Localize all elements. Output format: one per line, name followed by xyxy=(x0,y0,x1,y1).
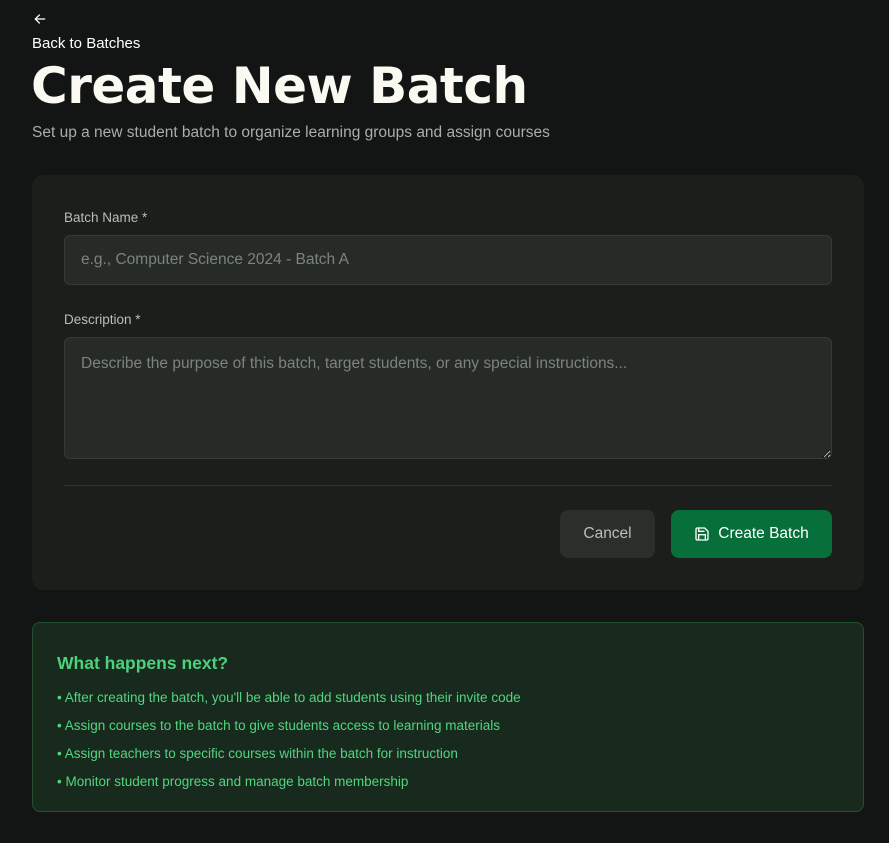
description-label: Description * xyxy=(64,312,141,327)
create-batch-button-label: Create Batch xyxy=(718,525,809,542)
cancel-button-label: Cancel xyxy=(583,525,632,542)
page: Back to Batches Create New Batch Set up … xyxy=(0,0,889,843)
batch-name-label: Batch Name * xyxy=(64,210,148,225)
info-title: What happens next? xyxy=(57,653,229,673)
create-batch-form: Batch Name * Description * Cancel Create… xyxy=(32,175,864,590)
create-batch-button[interactable]: Create Batch xyxy=(671,510,832,558)
info-item: • Assign teachers to specific courses wi… xyxy=(57,746,458,761)
info-item: • Monitor student progress and manage ba… xyxy=(57,774,409,789)
back-link-label: Back to Batches xyxy=(32,35,141,52)
page-subtitle: Set up a new student batch to organize l… xyxy=(32,124,550,141)
cancel-button[interactable]: Cancel xyxy=(560,510,655,558)
save-icon xyxy=(695,527,709,541)
description-textarea[interactable] xyxy=(64,337,832,459)
info-item: • After creating the batch, you'll be ab… xyxy=(57,690,521,705)
info-list: • After creating the batch, you'll be ab… xyxy=(57,684,521,796)
back-to-batches-link[interactable]: Back to Batches xyxy=(32,12,140,53)
form-divider xyxy=(64,485,832,486)
batch-name-input[interactable] xyxy=(64,235,832,285)
info-item: • Assign courses to the batch to give st… xyxy=(57,718,500,733)
what-happens-next-panel: What happens next? • After creating the … xyxy=(32,622,864,812)
page-title: Create New Batch xyxy=(31,57,528,115)
arrow-left-icon xyxy=(34,14,46,24)
